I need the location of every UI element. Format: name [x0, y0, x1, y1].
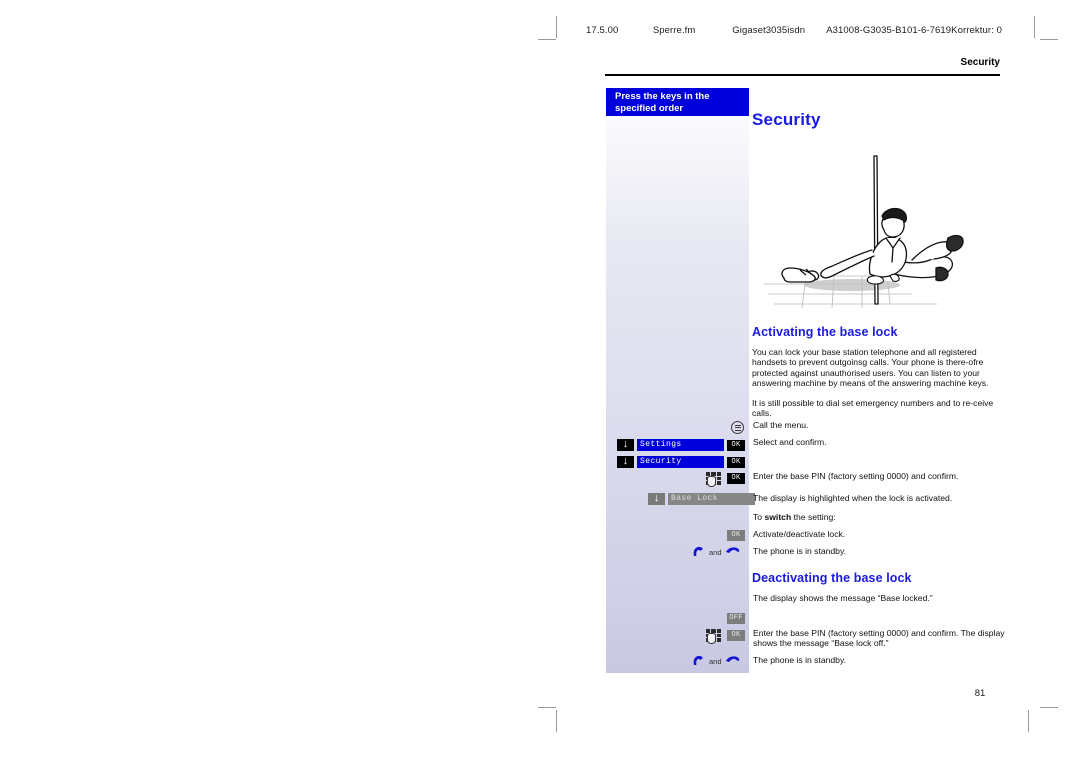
header-doc-code: A31008-G3035-B101-6-7619 — [826, 24, 952, 36]
display-item-settings[interactable]: Settings — [637, 439, 724, 451]
step-text-select-confirm: Select and confirm. — [753, 437, 827, 447]
step-row-settings: ↓ Settings OK Select and confirm. — [606, 437, 1006, 454]
step-row-enter-pin: OK Enter the base PIN (factory setting 0… — [606, 471, 1006, 488]
handset-pair: and — [692, 655, 740, 668]
step-icons-security: ↓ Security OK — [606, 454, 749, 471]
switch-text-prefix: To — [753, 512, 765, 522]
display-line-base-lock: ↓ Base Lock — [648, 492, 755, 505]
step-row-standby-activate: and The phone is in standby. — [606, 544, 1006, 561]
keypad-icon[interactable] — [706, 629, 721, 644]
hand-icon — [707, 633, 716, 644]
talk-handset-icon[interactable] — [692, 655, 706, 668]
step-icons-standby-deactivate: and — [606, 648, 749, 668]
step-icons-standby-activate: and — [606, 544, 749, 561]
arrow-down-key-icon[interactable]: ↓ — [617, 438, 634, 451]
handset-conjunction: and — [709, 657, 722, 666]
display-line-security: ↓ Security — [617, 455, 724, 468]
ok-key-settings[interactable]: OK — [727, 439, 745, 451]
ok-key-security[interactable]: OK — [727, 456, 745, 468]
chapter-header: Security — [752, 110, 1000, 136]
header-filename: Sperre.fm — [652, 24, 696, 36]
step-row-standby-deactivate: and The phone is in standby. — [606, 648, 1006, 668]
paragraph-emergency-note: It is still possible to dial set emergen… — [752, 398, 994, 419]
step-text-base-locked-message: The display shows the message “Base lock… — [753, 593, 933, 603]
step-text-enter-pin: Enter the base PIN (factory setting 0000… — [753, 471, 959, 481]
hand-icon — [707, 476, 716, 487]
switch-text-bold: switch — [764, 512, 792, 522]
off-key[interactable]: OFF — [727, 613, 745, 624]
margin-column — [606, 88, 749, 673]
margin-banner: Press the keys in the specified order — [606, 88, 749, 116]
step-text-enter-pin-deactivate: Enter the base PIN (factory setting 0000… — [753, 628, 1005, 649]
illustration-person-by-pole — [762, 152, 992, 312]
instruction-rows-activating: Call the menu. ↓ Settings OK Select and … — [606, 420, 1006, 561]
step-row-enter-pin-deactivate: OK Enter the base PIN (factory setting 0… — [606, 626, 1006, 648]
step-text-standby-activate: The phone is in standby. — [753, 546, 846, 556]
crop-mark-top-right — [1034, 16, 1035, 38]
step-icons-switch-setting — [606, 510, 749, 527]
paragraph-activate-intro: You can lock your base station telephone… — [752, 347, 989, 389]
section-title-deactivating: Deactivating the base lock — [752, 571, 912, 585]
header-rule — [605, 74, 1000, 76]
talk-handset-icon[interactable] — [692, 546, 706, 559]
ok-key-enter-pin-deactivate[interactable]: OK — [727, 630, 745, 641]
menu-icon[interactable] — [731, 421, 744, 434]
step-icons-toggle-lock: OK — [606, 527, 749, 544]
crop-mark-bottom-left — [556, 710, 557, 732]
display-item-base-lock[interactable]: Base Lock — [668, 493, 755, 505]
handset-pair: and — [692, 546, 740, 559]
instruction-rows-deactivating: The display shows the message “Base lock… — [606, 592, 1006, 668]
step-icons-base-locked-message — [606, 592, 749, 609]
page-title: Security — [752, 110, 821, 129]
step-icons-settings: ↓ Settings OK — [606, 437, 749, 454]
step-row-security: ↓ Security OK — [606, 454, 1006, 471]
step-text-base-lock: The display is highlighted when the lock… — [753, 493, 953, 503]
step-text-switch-setting: To switch the setting: — [753, 512, 1006, 522]
step-text-toggle-lock: Activate/deactivate lock. — [753, 529, 846, 539]
step-text-call-menu: Call the menu. — [753, 420, 809, 430]
handset-conjunction: and — [709, 548, 722, 557]
header-product: Gigaset3035isdn — [732, 24, 806, 36]
crop-mark-bottom-right-dash — [1040, 707, 1058, 708]
step-icons-enter-pin: OK — [606, 471, 749, 488]
step-row-switch-setting: To switch the setting: — [606, 510, 1006, 527]
page-number: 81 — [974, 688, 986, 699]
section-title-activating: Activating the base lock — [752, 325, 898, 339]
step-row-base-locked-message: The display shows the message “Base lock… — [606, 592, 1006, 609]
arrow-down-key-icon[interactable]: ↓ — [648, 492, 665, 505]
crop-mark-bottom-left-dash — [538, 707, 556, 708]
ok-key-enter-pin[interactable]: OK — [727, 473, 745, 484]
header-korrektur: Korrektur: 0 — [951, 24, 1002, 36]
switch-text-suffix: the setting: — [791, 512, 836, 522]
keypad-icon[interactable] — [706, 472, 721, 487]
step-row-toggle-lock: OK Activate/deactivate lock. — [606, 527, 1006, 544]
ok-key-toggle-lock[interactable]: OK — [727, 530, 745, 541]
step-row-call-menu: Call the menu. — [606, 420, 1006, 437]
display-item-security[interactable]: Security — [637, 456, 724, 468]
crop-mark-top-right-dash — [1040, 39, 1058, 40]
crop-mark-bottom-right — [1028, 710, 1029, 732]
hangup-handset-icon[interactable] — [725, 546, 740, 559]
step-icons-base-lock: ↓ Base Lock — [606, 488, 755, 505]
step-text-standby-deactivate: The phone is in standby. — [753, 655, 846, 665]
hangup-handset-icon[interactable] — [725, 655, 740, 668]
step-row-base-lock: ↓ Base Lock The display is highlighted w… — [606, 488, 1006, 510]
display-line-settings: ↓ Settings — [617, 438, 724, 451]
step-icons-enter-pin-deactivate: OK — [606, 626, 749, 644]
running-head: Security — [960, 57, 1000, 68]
crop-mark-top-left — [556, 16, 557, 38]
arrow-down-key-icon[interactable]: ↓ — [617, 455, 634, 468]
step-row-off-key: OFF — [606, 609, 1006, 626]
header-date: 17.5.00 — [586, 24, 619, 36]
document-header: 17.5.00 Sperre.fm Gigaset3035isdn A31008… — [586, 22, 1018, 38]
crop-mark-top-left-dash — [538, 39, 556, 40]
step-icons-off-key: OFF — [606, 609, 749, 626]
step-icons-call-menu — [606, 420, 749, 437]
